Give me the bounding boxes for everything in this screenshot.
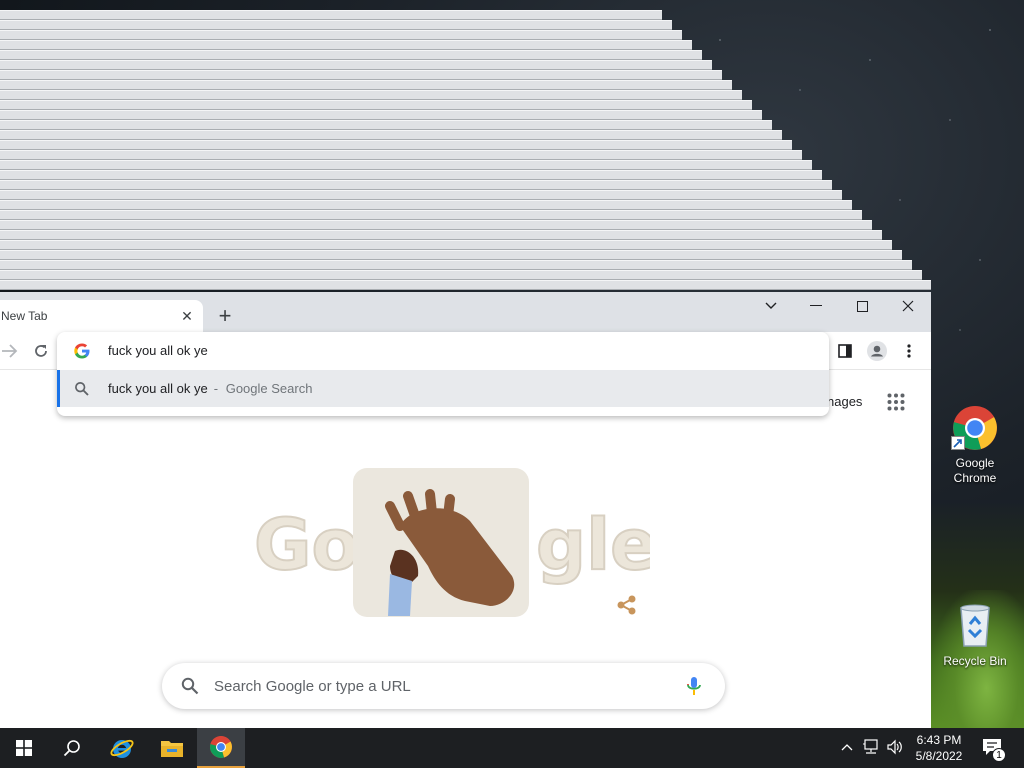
network-icon[interactable] xyxy=(862,738,880,756)
file-explorer-icon[interactable] xyxy=(148,728,196,768)
ghost-window-strip xyxy=(0,130,782,140)
share-icon[interactable] xyxy=(616,594,638,616)
volume-icon[interactable] xyxy=(886,738,904,756)
ghost-window-strip xyxy=(0,30,682,40)
chevron-down-icon[interactable] xyxy=(748,292,794,320)
ghost-window-strip xyxy=(0,260,912,270)
suggestion-query: fuck you all ok ye xyxy=(108,381,208,396)
chrome-icon xyxy=(951,404,999,452)
clock-time: 6:43 PM xyxy=(916,733,962,747)
ghost-window-strip xyxy=(0,40,692,50)
desktop-icon-google-chrome[interactable]: Google Chrome xyxy=(935,404,1015,486)
ghost-window-strip xyxy=(0,250,902,260)
title-bar[interactable]: New Tab ✕ + xyxy=(0,292,931,332)
ghost-window-strip xyxy=(0,220,872,230)
svg-text:Go: Go xyxy=(254,504,360,586)
address-input[interactable]: fuck you all ok ye xyxy=(57,332,829,370)
tab-new-tab[interactable]: New Tab ✕ xyxy=(0,300,203,332)
internet-explorer-icon[interactable] xyxy=(98,728,146,768)
profile-icon[interactable] xyxy=(867,341,887,361)
search-icon[interactable] xyxy=(48,728,96,768)
chevron-up-icon[interactable] xyxy=(838,738,856,756)
ghost-window-strip xyxy=(0,100,752,110)
ghost-window-strip xyxy=(0,230,882,240)
search-box[interactable]: Search Google or type a URL xyxy=(162,663,725,709)
ghost-window-strip xyxy=(0,10,662,20)
suggestion-source: Google Search xyxy=(225,381,313,396)
ghost-window-strip xyxy=(0,140,792,150)
search-placeholder: Search Google or type a URL xyxy=(214,678,411,695)
ghost-window-strip xyxy=(0,270,922,280)
ghost-window-strip xyxy=(0,80,732,90)
ghost-window-strip xyxy=(0,280,931,290)
svg-text:gle: gle xyxy=(536,504,650,586)
apps-grid-icon[interactable] xyxy=(887,393,905,411)
suggestion-row[interactable]: fuck you all ok ye - Google Search xyxy=(57,370,829,407)
close-icon[interactable] xyxy=(885,292,931,320)
ghost-window-strip xyxy=(0,190,842,200)
arrow-right-icon[interactable] xyxy=(0,341,20,361)
ghost-window-strip xyxy=(0,150,802,160)
search-icon xyxy=(74,381,90,397)
ghost-window-strip xyxy=(0,200,852,210)
ghost-window-strip xyxy=(0,180,832,190)
ghost-window-strip xyxy=(0,50,702,60)
plus-icon[interactable]: + xyxy=(213,304,237,328)
google-g-icon xyxy=(73,342,91,360)
ghost-window-strip xyxy=(0,160,812,170)
ghost-window-strip xyxy=(0,110,762,120)
selection-indicator xyxy=(57,370,60,407)
google-doodle[interactable]: Go gle xyxy=(250,466,659,621)
desktop-icon-label: Google xyxy=(955,456,995,470)
chrome-icon[interactable] xyxy=(197,728,245,768)
images-link[interactable]: nages xyxy=(827,394,862,409)
desktop-icon-recycle-bin[interactable]: Recycle Bin xyxy=(935,602,1015,669)
maximize-icon[interactable] xyxy=(839,292,885,320)
ghost-window-strip xyxy=(0,70,722,80)
ghost-window-strip xyxy=(0,210,862,220)
ghost-window-strip xyxy=(0,120,772,130)
ghost-window-strip xyxy=(0,170,822,180)
omnibox[interactable]: fuck you all ok ye fuck you all ok ye - … xyxy=(57,332,829,416)
search-icon xyxy=(181,677,199,695)
mic-icon[interactable] xyxy=(684,675,704,697)
ghost-window-strip xyxy=(0,60,712,70)
notifications-badge: 1 xyxy=(992,748,1006,762)
tab-title: New Tab xyxy=(1,309,48,323)
recycle-bin-icon xyxy=(951,602,999,650)
clock-date: 5/8/2022 xyxy=(915,749,963,763)
system-clock[interactable]: 6:43 PM 5/8/2022 xyxy=(908,732,970,764)
desktop-icon-label: Chrome xyxy=(953,471,997,485)
reload-icon[interactable] xyxy=(31,341,51,361)
ghost-window-strip xyxy=(0,20,672,30)
ghost-window-strip xyxy=(0,240,892,250)
ghost-window-strip xyxy=(0,90,742,100)
suggestion-separator: - xyxy=(213,381,219,396)
window-drag-trail xyxy=(0,0,940,292)
minimize-icon[interactable] xyxy=(793,292,839,320)
desktop-icon-label: Recycle Bin xyxy=(943,654,1007,668)
kebab-menu-icon[interactable] xyxy=(899,341,919,361)
taskbar: 6:43 PM 5/8/2022 1 xyxy=(0,728,1024,768)
windows-start-icon[interactable] xyxy=(0,728,48,768)
side-panel-icon[interactable] xyxy=(835,341,855,361)
omnibox-text: fuck you all ok ye xyxy=(108,343,208,358)
close-icon[interactable]: ✕ xyxy=(178,307,196,325)
